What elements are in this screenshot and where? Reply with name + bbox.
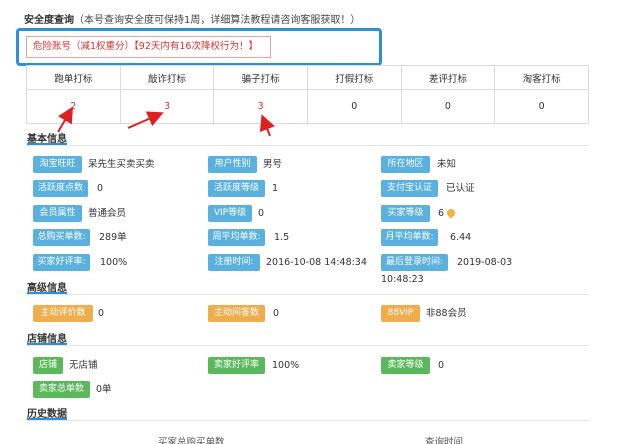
region-value: 未知 <box>437 159 457 170</box>
active-review-label: 主动评价数 <box>33 305 93 322</box>
activity-level-value: 1 <box>272 183 279 194</box>
last-login-time: 10:48:23 <box>381 274 424 285</box>
active-review-value: 0 <box>98 308 105 319</box>
divider <box>26 345 589 346</box>
shop-value: 无店铺 <box>69 360 98 371</box>
seller-level-value: 0 <box>438 360 445 371</box>
weekly-avg-label: 周平均单数: <box>208 229 265 246</box>
region-label: 所在地区 <box>381 156 430 173</box>
divider <box>26 294 589 295</box>
gender-label: 用户性别 <box>208 156 257 173</box>
seller-rate-label: 卖家好评率 <box>208 357 265 374</box>
total-orders-label: 总购买单数: <box>33 229 90 246</box>
activity-level-label: 活跃度等级 <box>208 180 265 197</box>
vip-value: 0 <box>258 208 265 219</box>
total-orders-value: 289单 <box>99 232 127 243</box>
vip88-label: 88VIP <box>381 305 420 322</box>
gender-value: 男号 <box>263 159 283 170</box>
buyer-level: 6 <box>438 205 457 222</box>
activity-points-value: 0 <box>97 183 104 194</box>
active-qa-label: 主动问答数 <box>208 305 265 322</box>
section-title-history: 历史数据 <box>27 405 67 420</box>
monthly-avg-value: 6.44 <box>450 232 472 243</box>
last-login-date: 2019-08-03 <box>457 257 513 268</box>
weekly-avg-value: 1.5 <box>274 232 290 243</box>
seller-orders-label: 卖家总单数 <box>33 381 90 398</box>
section-title-advanced: 高级信息 <box>27 279 67 294</box>
wangwang-label: 淘宝旺旺 <box>33 156 82 173</box>
register-value: 2016-10-08 14:48:34 <box>266 257 367 268</box>
last-login-label: 最后登录时间: <box>381 254 448 271</box>
seller-rate-value: 100% <box>272 360 300 371</box>
member-value: 普通会员 <box>88 208 127 219</box>
active-qa-value: 0 <box>273 308 280 319</box>
vip-label: VIP等级 <box>208 205 252 222</box>
good-rate-value: 100% <box>100 257 128 268</box>
activity-points-label: 活跃度点数 <box>33 180 88 197</box>
divider <box>26 145 589 146</box>
member-label: 会员属性 <box>33 205 82 222</box>
divider <box>26 420 589 421</box>
register-label: 注册时间: <box>208 254 260 271</box>
monthly-avg-label: 月平均单数: <box>381 229 438 246</box>
history-col-orders: 买家总购买单数 <box>158 437 225 444</box>
history-col-time: 查询时间 <box>425 437 464 444</box>
buyer-level-value: 6 <box>438 208 445 219</box>
seller-level-label: 卖家等级 <box>381 357 430 374</box>
section-title-basic: 基本信息 <box>27 130 67 145</box>
good-rate-label: 买家好评率: <box>33 254 90 271</box>
annotation-arrow-icon <box>57 106 275 137</box>
section-title-shop: 店铺信息 <box>27 330 67 345</box>
wangwang-value: 呆先生买卖买卖 <box>88 159 155 170</box>
heart-icon <box>445 206 457 219</box>
shop-label: 店铺 <box>33 357 63 374</box>
alipay-value: 已认证 <box>446 183 475 194</box>
buyer-level-label: 买家等级 <box>381 205 430 222</box>
vip88-value: 非88会员 <box>426 308 467 319</box>
alipay-label: 支付宝认证 <box>381 180 438 197</box>
seller-orders-value: 0单 <box>96 384 112 395</box>
